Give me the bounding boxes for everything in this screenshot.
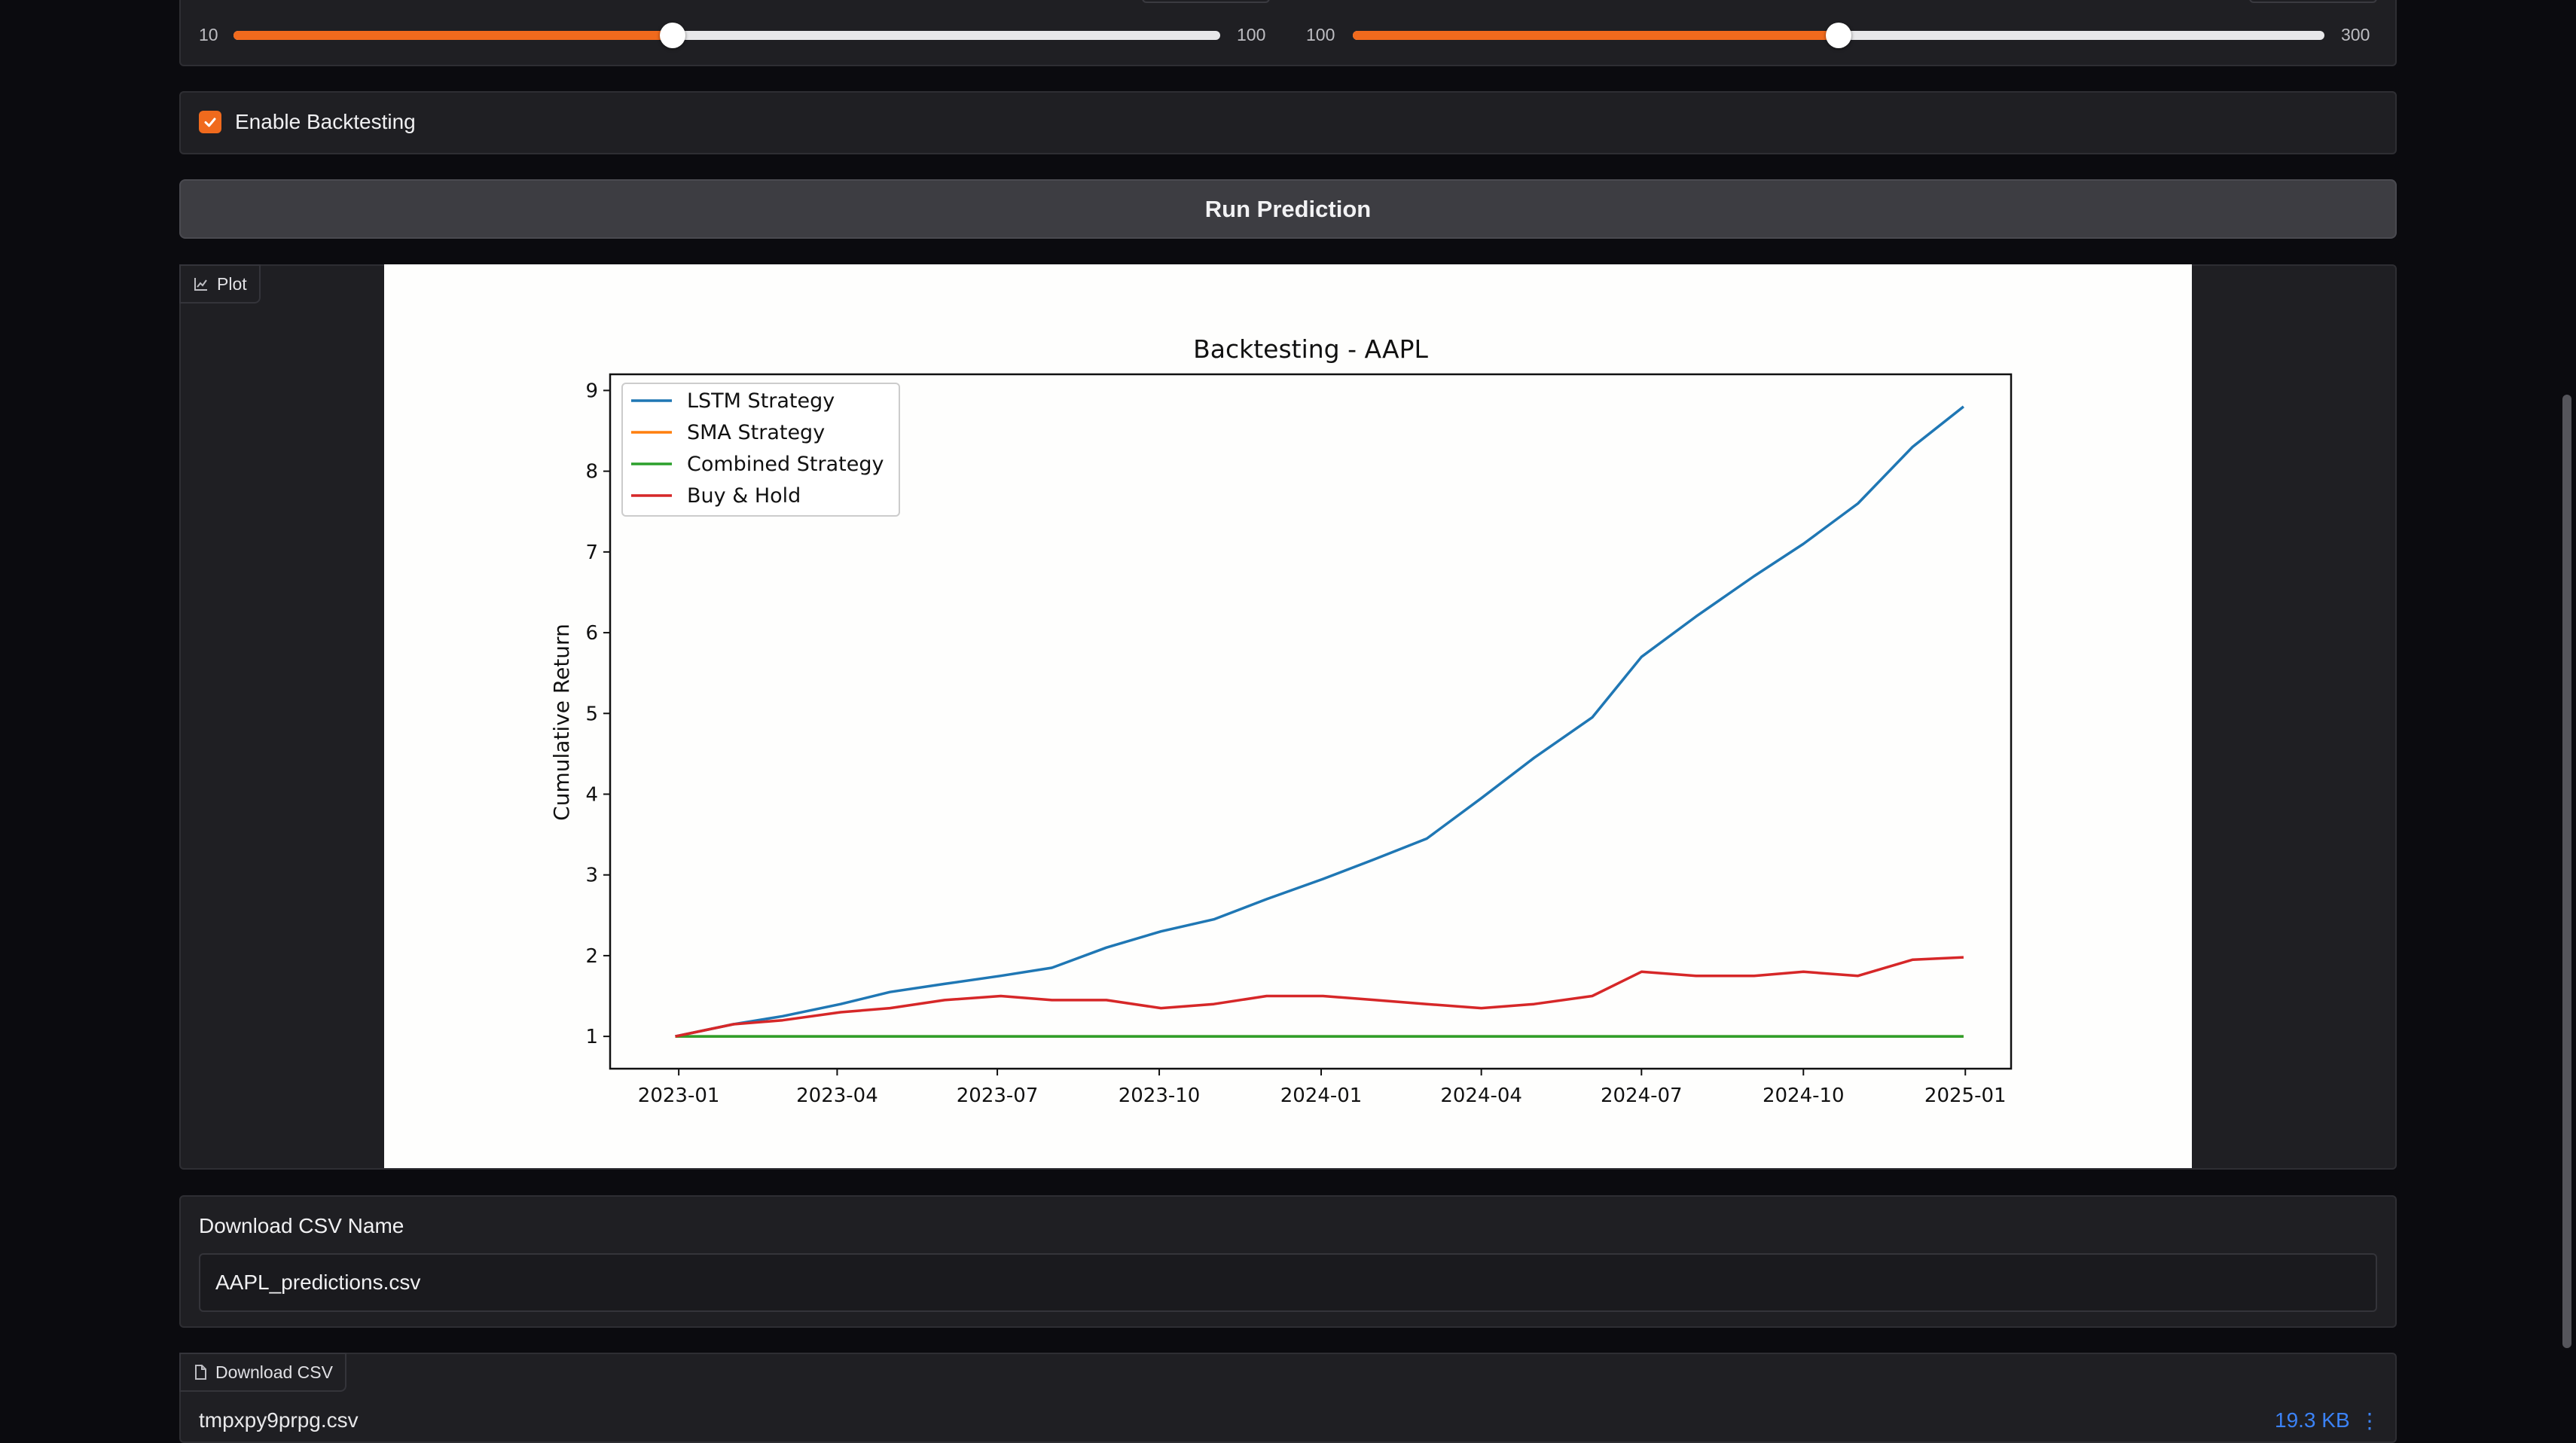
slider-1-track[interactable] xyxy=(233,22,1220,48)
slider-1-min: 10 xyxy=(199,25,218,44)
y-tick-label: 4 xyxy=(585,783,598,806)
chart-title: Backtesting - AAPL xyxy=(1193,334,1428,364)
legend-label: SMA Strategy xyxy=(687,421,825,444)
slider-2-thumb[interactable] xyxy=(1826,22,1851,48)
chart-legend: LSTM Strategy SMA Strategy Combined Strate… xyxy=(621,383,900,517)
chart-icon xyxy=(194,278,207,291)
slider-1-thumb[interactable] xyxy=(659,22,685,48)
y-tick-label: 9 xyxy=(585,380,598,402)
csv-name-value: AAPL_predictions.csv xyxy=(215,1271,421,1294)
y-tick-label: 6 xyxy=(585,622,598,645)
y-tick-label: 5 xyxy=(585,703,598,725)
x-tick-label: 2023-01 xyxy=(638,1085,720,1107)
page-scrollbar-thumb[interactable] xyxy=(2562,395,2571,1348)
csv-name-input[interactable]: AAPL_predictions.csv xyxy=(199,1253,2377,1312)
plot-tag-label: Plot xyxy=(217,273,247,294)
download-block-tag: Download CSV xyxy=(179,1353,346,1392)
run-prediction-button[interactable]: Run Prediction xyxy=(179,179,2397,239)
file-menu-icon[interactable]: ⋮ xyxy=(2359,1408,2380,1433)
plot-block-tag: Plot xyxy=(179,264,261,304)
download-file-link[interactable]: tmpxpy9prpg.csv xyxy=(199,1408,359,1432)
x-tick-label: 2023-10 xyxy=(1119,1085,1201,1107)
csv-name-label: Download CSV Name xyxy=(199,1214,404,1237)
slider-2-min: 100 xyxy=(1306,25,1335,44)
y-tick-label: 1 xyxy=(585,1026,598,1048)
x-tick-label: 2024-07 xyxy=(1601,1085,1683,1107)
number-box-2[interactable] xyxy=(2249,0,2377,3)
download-tag-label: Download CSV xyxy=(215,1362,333,1382)
y-tick-label: 7 xyxy=(585,542,598,564)
slider-2: 100 300 xyxy=(1306,22,2370,48)
slider-1-max: 100 xyxy=(1237,25,1266,44)
x-tick-label: 2024-01 xyxy=(1280,1085,1363,1107)
legend-label: Buy & Hold xyxy=(687,484,801,508)
x-tick-label: 2024-10 xyxy=(1763,1085,1845,1107)
file-icon xyxy=(195,1365,206,1380)
x-tick-label: 2025-01 xyxy=(1924,1085,2007,1107)
slider-2-max: 300 xyxy=(2341,25,2370,44)
chart-ylabel: Cumulative Return xyxy=(549,624,574,821)
x-tick-label: 2024-04 xyxy=(1440,1085,1522,1107)
legend-label: Combined Strategy xyxy=(687,453,884,476)
x-tick-label: 2023-07 xyxy=(957,1085,1039,1107)
x-tick-label: 2023-04 xyxy=(796,1085,878,1107)
slider-1: 10 100 xyxy=(199,22,1266,48)
backtesting-chart: Backtesting - AAPL Cumulative Return 1 2 3… xyxy=(384,264,2192,1168)
slider-2-fill xyxy=(1353,30,1839,40)
backtesting-panel xyxy=(179,91,2397,154)
y-tick-label: 3 xyxy=(585,865,598,887)
legend-label: LSTM Strategy xyxy=(687,389,835,413)
backtesting-checkbox[interactable] xyxy=(199,111,221,133)
y-tick-label: 2 xyxy=(585,945,598,968)
check-icon xyxy=(204,117,216,127)
plot-image: Backtesting - AAPL Cumulative Return 1 2 3… xyxy=(384,264,2192,1168)
download-file-size: 19.3 KB xyxy=(2275,1408,2350,1432)
slider-2-track[interactable] xyxy=(1353,22,2324,48)
y-tick-label: 8 xyxy=(585,461,598,484)
download-panel xyxy=(179,1353,2397,1443)
slider-1-fill xyxy=(233,30,673,40)
number-box-1[interactable] xyxy=(1142,0,1270,3)
backtesting-label: Enable Backtesting xyxy=(235,110,416,133)
